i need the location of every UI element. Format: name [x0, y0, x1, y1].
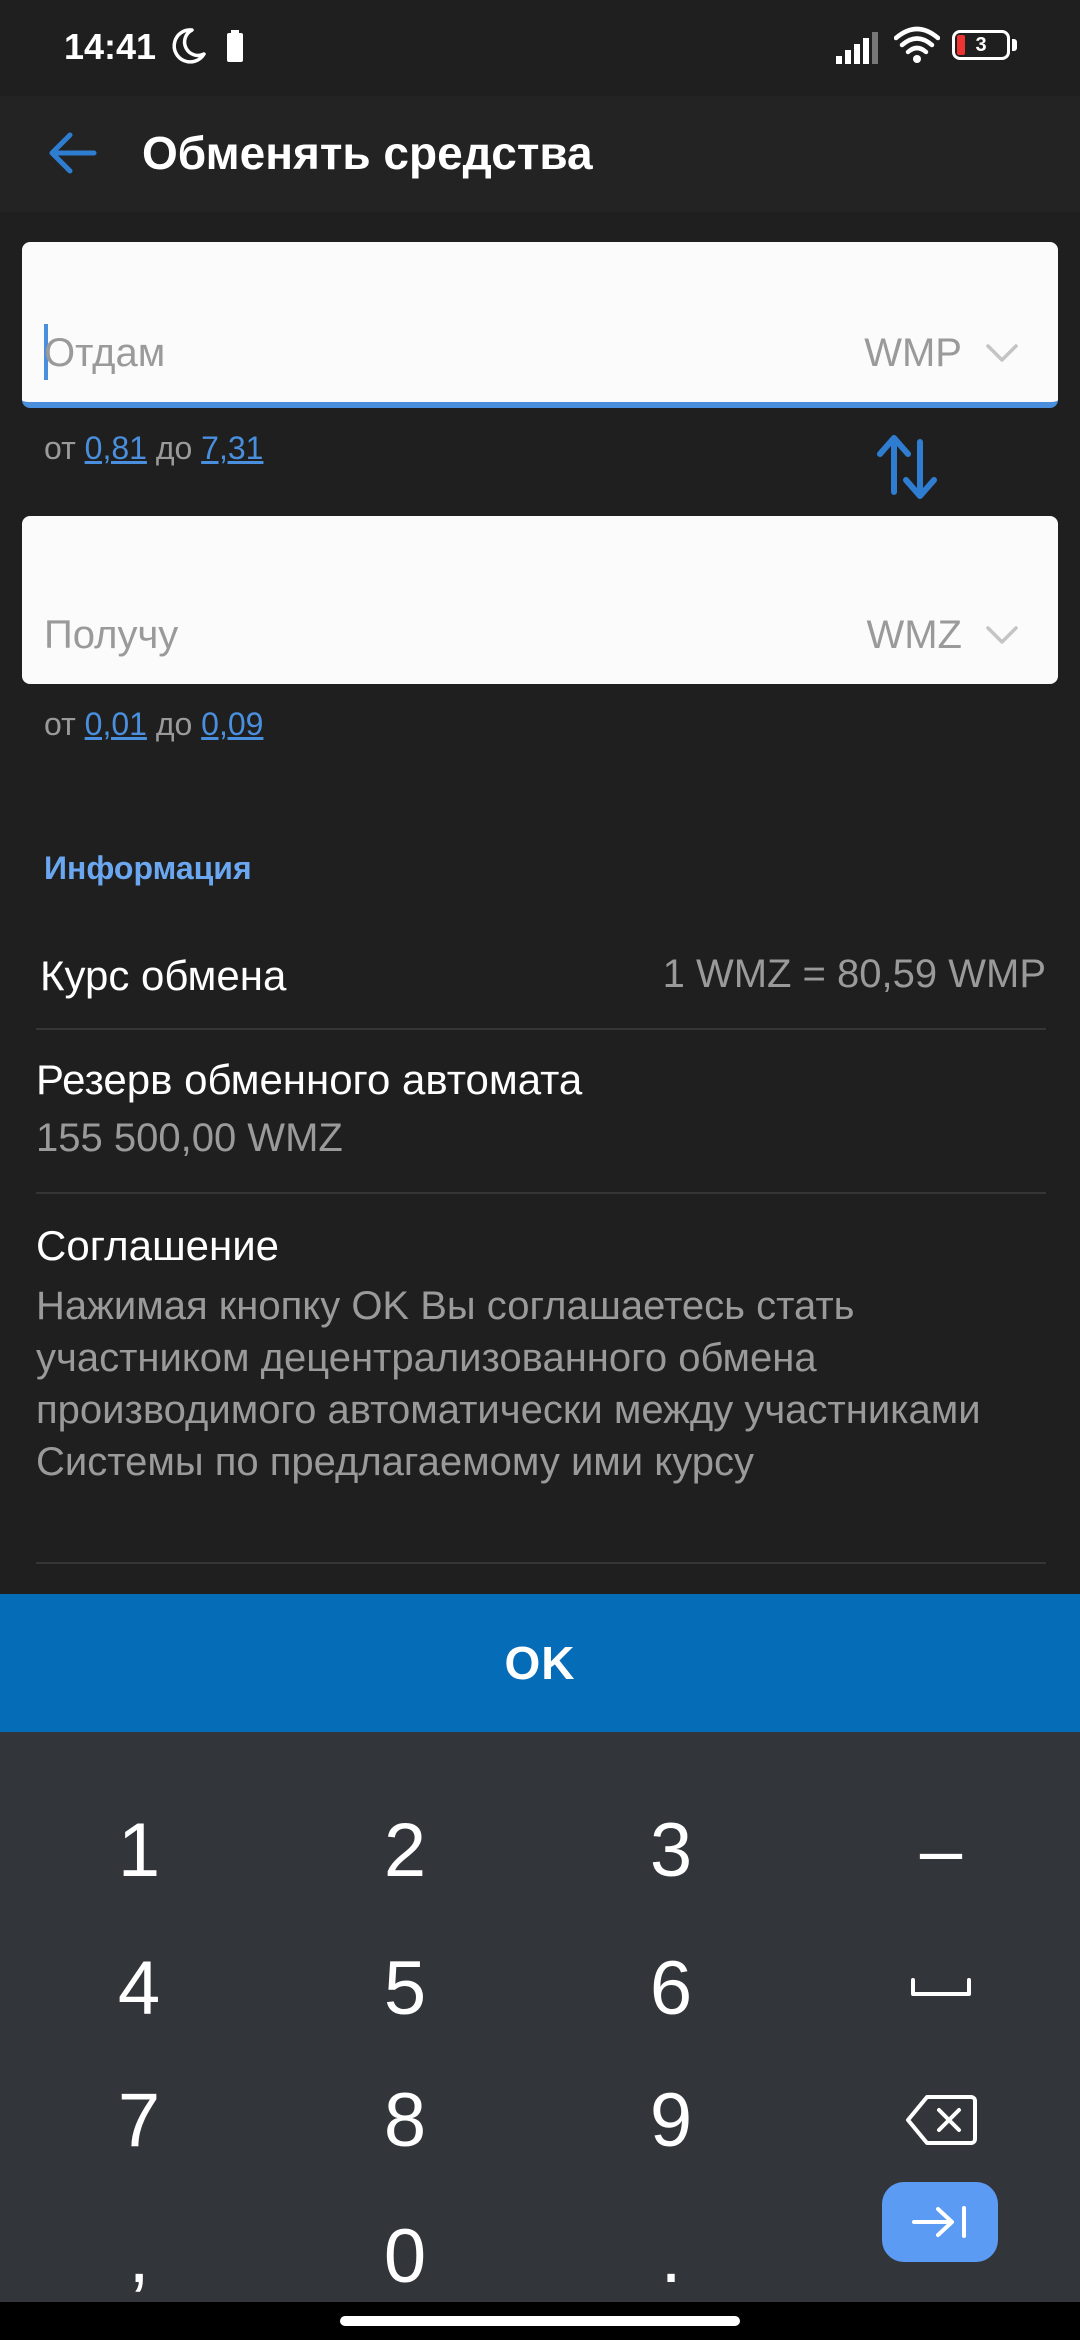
give-range-from-label: от	[44, 430, 76, 466]
numeric-keyboard: 1 2 3 – 4 5 6 7 8 9 , 0 .	[0, 1732, 1080, 2302]
key-8[interactable]: 8	[270, 2052, 540, 2188]
swap-vertical-icon[interactable]	[872, 428, 942, 506]
key-minus[interactable]: –	[806, 1782, 1076, 1918]
exchange-rate-row: Курс обмена 1 WMZ = 80,59 WMP	[36, 940, 1046, 1030]
get-range-to-label: до	[155, 706, 193, 742]
exchange-rate-value: 1 WMZ = 80,59 WMP	[662, 952, 1046, 996]
give-range-to-label: до	[155, 430, 193, 466]
space-icon	[911, 1978, 971, 1996]
give-currency-select[interactable]: WMP	[864, 331, 962, 376]
key-1[interactable]: 1	[4, 1782, 274, 1918]
moon-icon	[172, 28, 206, 64]
get-amount-field[interactable]: Получу WMZ	[22, 516, 1058, 684]
get-currency-select[interactable]: WMZ	[866, 613, 962, 658]
give-range-min-link[interactable]: 0,81	[85, 430, 147, 466]
status-time: 14:41	[64, 26, 157, 67]
key-3[interactable]: 3	[536, 1782, 806, 1918]
reserve-value: 155 500,00 WMZ	[36, 1116, 343, 1160]
info-section-title: Информация	[44, 850, 252, 886]
key-backspace[interactable]	[806, 2052, 1076, 2188]
key-4[interactable]: 4	[4, 1920, 274, 2056]
key-2[interactable]: 2	[270, 1782, 540, 1918]
wifi-icon	[894, 26, 940, 63]
chevron-down-icon[interactable]	[984, 624, 1020, 646]
exchange-rate-label: Курс обмена	[40, 952, 287, 999]
navigation-bar	[0, 2302, 1080, 2340]
battery-icon: 3	[952, 30, 1020, 64]
key-6[interactable]: 6	[536, 1920, 806, 2056]
get-range-from-label: от	[44, 706, 76, 742]
give-amount-placeholder: Отдам	[44, 331, 166, 375]
tab-next-icon	[912, 2206, 966, 2238]
backspace-icon	[906, 2095, 977, 2145]
key-9[interactable]: 9	[536, 2052, 806, 2188]
app-bar: Обменять средства	[0, 96, 1080, 212]
chevron-down-icon[interactable]	[984, 342, 1020, 364]
get-range-max-link[interactable]: 0,09	[201, 706, 263, 742]
battery-level: 3	[975, 34, 987, 56]
status-bar: 14:41 3	[0, 0, 1080, 96]
agreement-label: Соглашение	[36, 1222, 280, 1269]
key-next[interactable]	[882, 2182, 998, 2262]
signal-icon	[836, 32, 878, 64]
give-range-max-link[interactable]: 7,31	[201, 430, 263, 466]
ok-button-label: OK	[504, 1637, 576, 1689]
key-space[interactable]	[806, 1920, 1076, 2056]
battery-saver-icon	[227, 30, 243, 62]
page-title: Обменять средства	[142, 127, 593, 179]
give-range: от 0,81 до 7,31	[44, 430, 263, 467]
get-range: от 0,01 до 0,09	[44, 706, 263, 743]
reserve-row: Резерв обменного автомата 155 500,00 WMZ	[36, 1056, 1046, 1194]
give-amount-field[interactable]: Отдам WMP	[22, 242, 1058, 408]
arrow-left-icon	[49, 132, 97, 174]
get-range-min-link[interactable]: 0,01	[85, 706, 147, 742]
agreement-row: Соглашение Нажимая кнопку OK Вы соглашае…	[36, 1222, 1046, 1564]
ok-button[interactable]: OK	[0, 1594, 1080, 1732]
key-7[interactable]: 7	[4, 2052, 274, 2188]
key-5[interactable]: 5	[270, 1920, 540, 2056]
agreement-text: Нажимая кнопку OK Вы соглашаетесь стать …	[36, 1284, 981, 1484]
get-amount-placeholder: Получу	[44, 613, 179, 657]
back-button[interactable]	[36, 116, 110, 190]
reserve-label: Резерв обменного автомата	[36, 1056, 583, 1103]
gesture-handle[interactable]	[340, 2316, 740, 2326]
